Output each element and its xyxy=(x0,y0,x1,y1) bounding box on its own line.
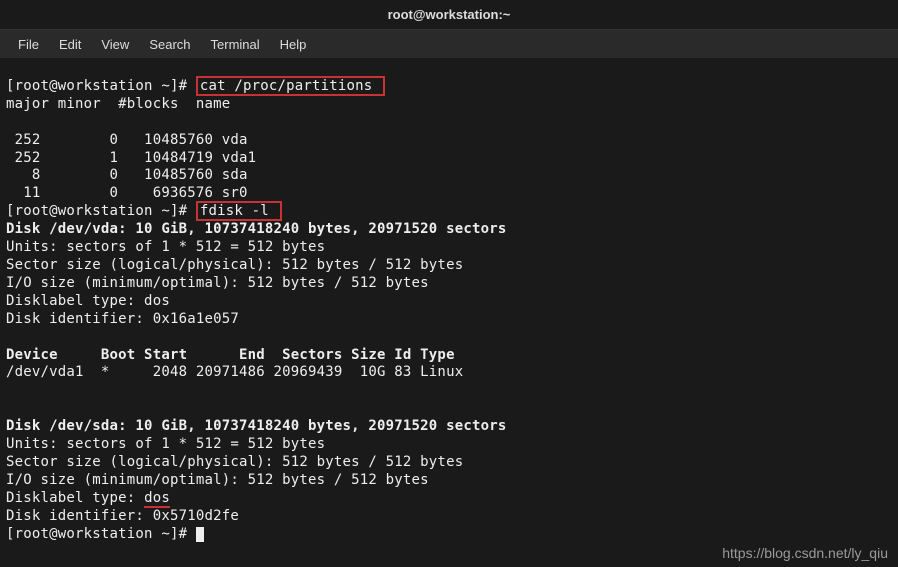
output-line: 252 0 10485760 vda xyxy=(6,132,248,148)
watermark: https://blog.csdn.net/ly_qiu xyxy=(722,545,888,561)
output-line: Units: sectors of 1 * 512 = 512 bytes xyxy=(6,436,325,452)
prompt: [root@workstation ~]# xyxy=(6,203,196,219)
output-line: 8 0 10485760 sda xyxy=(6,167,248,183)
menubar: File Edit View Search Terminal Help xyxy=(0,30,898,58)
menu-search[interactable]: Search xyxy=(139,33,200,56)
output-line: Disk identifier: 0x16a1e057 xyxy=(6,311,239,327)
table-row: /dev/vda1 * 2048 20971486 20969439 10G 8… xyxy=(6,364,463,380)
output-line: I/O size (minimum/optimal): 512 bytes / … xyxy=(6,275,429,291)
output-line: 252 1 10484719 vda1 xyxy=(6,150,256,166)
output-line: Sector size (logical/physical): 512 byte… xyxy=(6,257,463,273)
highlighted-command-fdisk: fdisk -l xyxy=(196,201,282,221)
disk-header: Disk /dev/sda: 10 GiB, 10737418240 bytes… xyxy=(6,418,506,434)
menu-view[interactable]: View xyxy=(91,33,139,56)
menu-file[interactable]: File xyxy=(8,33,49,56)
output-line: I/O size (minimum/optimal): 512 bytes / … xyxy=(6,472,429,488)
output-line: major minor #blocks name xyxy=(6,96,230,112)
prompt: [root@workstation ~]# xyxy=(6,78,196,94)
prompt: [root@workstation ~]# xyxy=(6,526,196,542)
disk-header: Disk /dev/vda: 10 GiB, 10737418240 bytes… xyxy=(6,221,506,237)
window-titlebar: root@workstation:~ xyxy=(0,0,898,30)
output-line: Units: sectors of 1 * 512 = 512 bytes xyxy=(6,239,325,255)
menu-edit[interactable]: Edit xyxy=(49,33,91,56)
output-line: 11 0 6936576 sr0 xyxy=(6,185,248,201)
table-header: Device Boot Start End Sectors Size Id Ty… xyxy=(6,347,455,363)
window-title: root@workstation:~ xyxy=(388,7,511,22)
output-line: Sector size (logical/physical): 512 byte… xyxy=(6,454,463,470)
underlined-dos: dos xyxy=(144,490,170,508)
output-line: Disk identifier: 0x5710d2fe xyxy=(6,508,239,524)
output-line: Disklabel type: xyxy=(6,490,144,506)
cursor xyxy=(196,527,204,542)
highlighted-command-cat: cat /proc/partitions xyxy=(196,76,385,96)
output-line: Disklabel type: dos xyxy=(6,293,170,309)
menu-terminal[interactable]: Terminal xyxy=(201,33,270,56)
menu-help[interactable]: Help xyxy=(270,33,317,56)
terminal-output[interactable]: [root@workstation ~]# cat /proc/partitio… xyxy=(0,58,898,545)
